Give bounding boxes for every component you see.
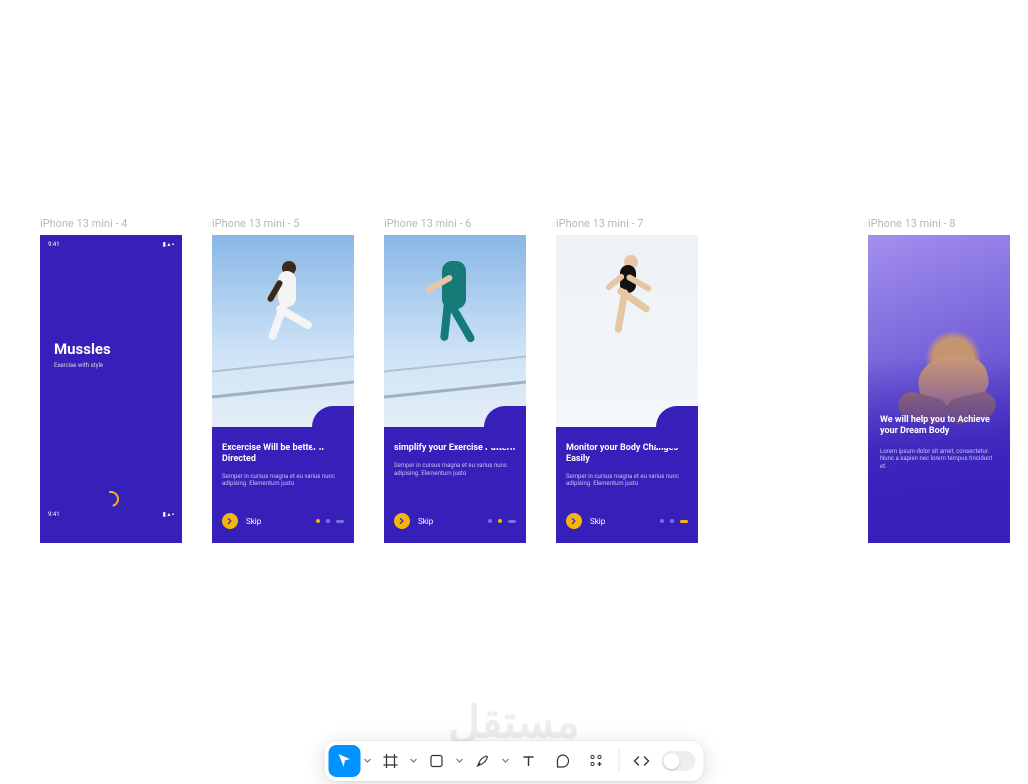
- phone-frame-8[interactable]: We will help you to Achieve your Dream B…: [868, 235, 1010, 543]
- frame-block-7[interactable]: iPhone 13 mini - 7 Monitor your Body Cha…: [556, 218, 698, 543]
- chevron-down-icon: [456, 757, 464, 765]
- card-body: Semper in cursus magna et eu varius nunc…: [566, 473, 688, 489]
- pen-tool-button[interactable]: [467, 745, 499, 777]
- skip-label[interactable]: Skip: [418, 517, 433, 526]
- subhead: Lorem ipsum dolor sit amet, consectetur.…: [880, 448, 998, 471]
- skip-label[interactable]: Skip: [590, 517, 605, 526]
- comment-icon: [555, 753, 571, 769]
- comment-tool-button[interactable]: [547, 745, 579, 777]
- headline: We will help you to Achieve your Dream B…: [880, 415, 998, 438]
- chevron-down-icon: [364, 757, 372, 765]
- onboarding-card: Excercise Will be better if Directed Sem…: [212, 427, 354, 543]
- hero-image: [212, 235, 354, 435]
- frame-label[interactable]: iPhone 13 mini - 4: [40, 218, 182, 229]
- status-bar: 9:41 ▮ ▴ ▪: [40, 235, 182, 248]
- skip-button[interactable]: [222, 513, 238, 529]
- frame-block-5[interactable]: iPhone 13 mini - 5 Excercise Will be bet…: [212, 218, 354, 543]
- skip-button[interactable]: [394, 513, 410, 529]
- page-dots: [488, 519, 516, 523]
- shape-tool-chevron[interactable]: [455, 757, 465, 765]
- rectangle-icon: [429, 753, 445, 769]
- dot: [488, 519, 492, 523]
- hero-image: [556, 235, 698, 435]
- figma-toolbar: [325, 741, 704, 781]
- chevron-right-icon: [226, 517, 234, 525]
- status-icons: ▮ ▴ ▪: [163, 511, 174, 518]
- card-title: Monitor your Body Changes Easily: [566, 443, 688, 465]
- skip-button[interactable]: [566, 513, 582, 529]
- dot: [660, 519, 664, 523]
- figma-canvas[interactable]: iPhone 13 mini - 4 9:41 ▮ ▴ ▪ Mussles Ex…: [0, 218, 1028, 543]
- frame-block-4[interactable]: iPhone 13 mini - 4 9:41 ▮ ▴ ▪ Mussles Ex…: [40, 218, 182, 543]
- frame-block-8[interactable]: iPhone 13 mini - 8 We will help you to A…: [868, 218, 1010, 543]
- overlay-gradient: [868, 235, 1010, 543]
- toolbar-separator: [619, 749, 620, 773]
- card-title: Excercise Will be better if Directed: [222, 443, 344, 465]
- frame-tool-chevron[interactable]: [409, 757, 419, 765]
- shape-tool-button[interactable]: [421, 745, 453, 777]
- actions-icon: [589, 753, 605, 769]
- dev-mode-icon: [633, 753, 651, 769]
- frame-icon: [383, 753, 399, 769]
- card-body: Semper in cursus magna et eu varius nunc…: [222, 473, 344, 489]
- pen-icon: [475, 753, 491, 769]
- frame-label[interactable]: iPhone 13 mini - 8: [868, 218, 1010, 229]
- chevron-down-icon: [502, 757, 510, 765]
- app-subtitle: Exercise with style: [40, 362, 182, 369]
- move-tool-button[interactable]: [329, 745, 361, 777]
- dot: [508, 520, 516, 523]
- phone-frame-6[interactable]: simplify your Exercise Pattern Semper in…: [384, 235, 526, 543]
- dev-mode-toggle[interactable]: [662, 751, 696, 771]
- text-icon: [521, 753, 537, 769]
- onboarding-card: simplify your Exercise Pattern Semper in…: [384, 427, 526, 543]
- skip-label[interactable]: Skip: [246, 517, 261, 526]
- status-time: 9:41: [48, 511, 60, 518]
- frame-block-6[interactable]: iPhone 13 mini - 6 simplify your Exercis…: [384, 218, 526, 543]
- app-title: Mussles: [40, 340, 182, 358]
- dot: [670, 519, 674, 523]
- frame-tool-button[interactable]: [375, 745, 407, 777]
- phone-frame-5[interactable]: Excercise Will be better if Directed Sem…: [212, 235, 354, 543]
- dot-active: [680, 520, 688, 523]
- chevron-right-icon: [398, 517, 406, 525]
- phone-frame-4[interactable]: 9:41 ▮ ▴ ▪ Mussles Exercise with style 9…: [40, 235, 182, 543]
- hero-image: [384, 235, 526, 435]
- card-body: Semper in cursus magna et eu varius nunc…: [394, 462, 516, 478]
- frame-label[interactable]: iPhone 13 mini - 7: [556, 218, 698, 229]
- cursor-icon: [337, 753, 353, 769]
- move-tool-chevron[interactable]: [363, 757, 373, 765]
- page-dots: [316, 519, 344, 523]
- chevron-right-icon: [570, 517, 578, 525]
- pen-tool-chevron[interactable]: [501, 757, 511, 765]
- dot: [336, 520, 344, 523]
- page-dots: [660, 519, 688, 523]
- dot-active: [498, 519, 502, 523]
- status-icons: ▮ ▴ ▪: [163, 241, 174, 248]
- actions-tool-button[interactable]: [581, 745, 613, 777]
- dot-active: [316, 519, 320, 523]
- chevron-down-icon: [410, 757, 418, 765]
- card-title: simplify your Exercise Pattern: [394, 443, 516, 454]
- phone-frame-7[interactable]: Monitor your Body Changes Easily Semper …: [556, 235, 698, 543]
- frame-label[interactable]: iPhone 13 mini - 6: [384, 218, 526, 229]
- canvas-gap: [728, 218, 838, 543]
- text-tool-button[interactable]: [513, 745, 545, 777]
- status-time: 9:41: [48, 241, 60, 248]
- frame-label[interactable]: iPhone 13 mini - 5: [212, 218, 354, 229]
- onboarding-card: Monitor your Body Changes Easily Semper …: [556, 427, 698, 543]
- dot: [326, 519, 330, 523]
- dev-mode-button[interactable]: [626, 745, 658, 777]
